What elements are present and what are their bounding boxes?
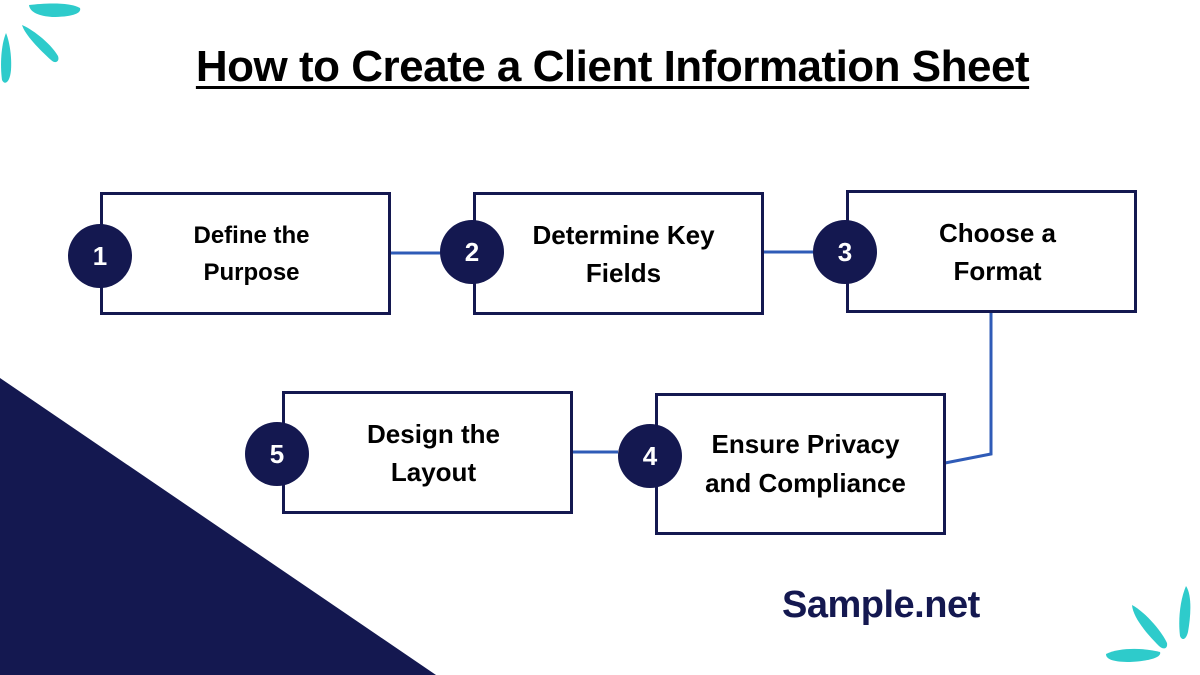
- step-label: Design the Layout: [367, 418, 500, 487]
- page-title: How to Create a Client Information Sheet: [195, 42, 1030, 91]
- step-number-badge-1: 1: [68, 224, 132, 288]
- petal-burst-icon-bottom-right: [1106, 586, 1191, 662]
- step-label: Determine Key Fields: [532, 219, 715, 288]
- connector-3-4: [944, 312, 993, 465]
- step-label: Choose a Format: [938, 217, 1057, 286]
- step-box-3: Choose a Format: [846, 190, 1137, 313]
- step-number-badge-3: 3: [813, 220, 877, 284]
- step-label: Ensure Privacy and Compliance: [705, 429, 906, 498]
- step-box-1: Define the Purpose: [100, 192, 391, 315]
- step-number-badge-2: 2: [440, 220, 504, 284]
- background-graphics: [0, 3, 1191, 675]
- step-number-badge-5: 5: [245, 422, 309, 486]
- step-box-4: Ensure Privacy and Compliance: [655, 393, 946, 535]
- step-box-2: Determine Key Fields: [473, 192, 764, 315]
- step-number-badge-4: 4: [618, 424, 682, 488]
- step-label: Define the Purpose: [193, 221, 310, 286]
- brand-logo-text: Sample.net: [782, 584, 980, 626]
- step-box-5: Design the Layout: [282, 391, 573, 514]
- petal-burst-icon-top-left: [1, 3, 81, 83]
